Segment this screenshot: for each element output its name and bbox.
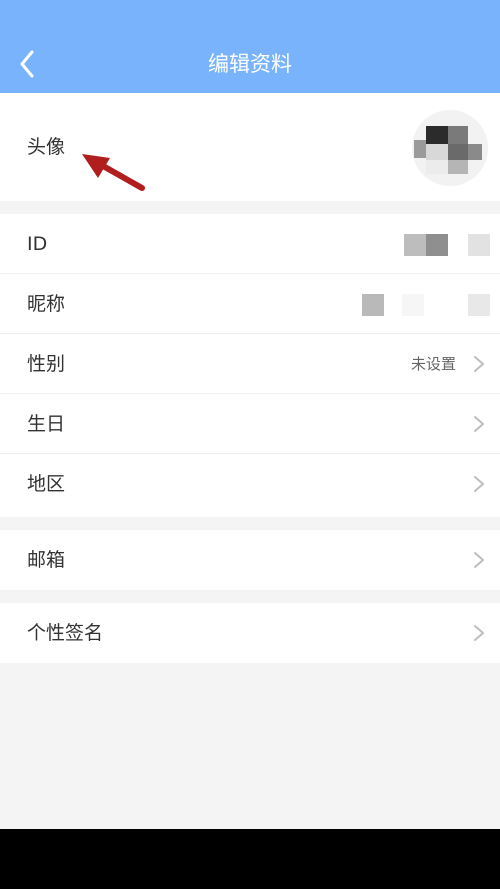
signature-section: 个性签名 bbox=[0, 603, 500, 663]
birthday-label: 生日 bbox=[27, 413, 66, 435]
id-row[interactable]: ID bbox=[0, 214, 500, 274]
gender-value: 未设置 bbox=[410, 355, 456, 373]
region-row[interactable]: 地区 bbox=[0, 454, 500, 514]
email-label: 邮箱 bbox=[27, 549, 66, 571]
chevron-right-icon bbox=[474, 416, 484, 432]
birthday-row[interactable]: 生日 bbox=[0, 394, 500, 454]
signature-row[interactable]: 个性签名 bbox=[0, 603, 500, 663]
chevron-right-icon bbox=[474, 552, 484, 568]
nickname-mosaic bbox=[362, 294, 490, 316]
email-section: 邮箱 bbox=[0, 530, 500, 590]
chevron-right-icon bbox=[474, 356, 484, 372]
top-bar: 编辑资料 bbox=[0, 0, 500, 93]
chevron-right-icon bbox=[474, 625, 484, 641]
email-row[interactable]: 邮箱 bbox=[0, 530, 500, 590]
signature-label: 个性签名 bbox=[27, 622, 104, 644]
chevron-right-icon bbox=[474, 476, 484, 492]
page-title: 编辑资料 bbox=[208, 52, 292, 76]
info-section: ID 昵称 性别 未设置 生日 地区 bbox=[0, 214, 500, 517]
nickname-row[interactable]: 昵称 bbox=[0, 274, 500, 334]
bottom-bar bbox=[0, 829, 500, 889]
nickname-label: 昵称 bbox=[27, 293, 66, 315]
gender-label: 性别 bbox=[27, 353, 66, 375]
red-annotation-arrow bbox=[82, 154, 145, 191]
id-mosaic bbox=[404, 234, 490, 256]
avatar[interactable] bbox=[412, 110, 488, 186]
gender-row[interactable]: 性别 未设置 bbox=[0, 334, 500, 394]
region-label: 地区 bbox=[27, 473, 66, 495]
id-label: ID bbox=[27, 233, 48, 255]
avatar-label: 头像 bbox=[27, 136, 66, 158]
